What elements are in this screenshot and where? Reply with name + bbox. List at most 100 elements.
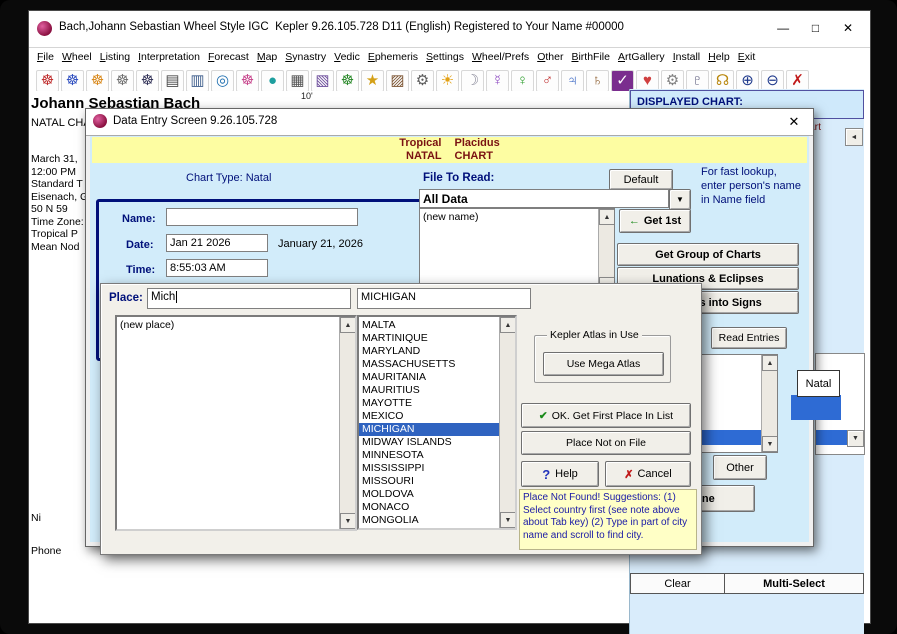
wheel-dark-icon[interactable]: ☸ [136,70,159,92]
name-field[interactable] [166,208,358,226]
country-item[interactable]: MONGOLIA [359,514,499,527]
date-field[interactable]: Jan 21 2026 [166,234,268,252]
saturn-icon[interactable]: ♄ [586,70,609,92]
menu-listing[interactable]: Listing [96,47,134,67]
country-item[interactable]: MARYLAND [359,345,499,358]
scroll-down-icon[interactable]: ▼ [500,512,516,528]
menu-install[interactable]: Install [669,47,704,67]
place-listbox[interactable]: (new place) ▲ ▼ [115,315,357,531]
wheel-gray-icon[interactable]: ☸ [111,70,134,92]
scroll-up-icon[interactable]: ▲ [762,355,778,371]
country-match-field[interactable]: MICHIGAN [357,288,531,309]
country-item[interactable]: MINNESOTA [359,449,499,462]
time-field[interactable]: 8:55:03 AM [166,259,268,277]
wheel-green-icon[interactable]: ☸ [336,70,359,92]
place-input[interactable]: Mich [147,288,351,309]
name-list-scrollbar[interactable]: ▲ ▼ [598,209,614,293]
use-mega-atlas-button[interactable]: Use Mega Atlas [543,352,664,376]
default-button[interactable]: Default [609,169,673,190]
get-group-button[interactable]: Get Group of Charts [617,243,799,266]
maximize-button[interactable]: □ [802,17,830,39]
venus-icon[interactable]: ♀ [511,70,534,92]
country-item[interactable]: MASSACHUSETTS [359,358,499,371]
menu-exit[interactable]: Exit [734,47,760,67]
menu-forecast[interactable]: Forecast [204,47,253,67]
moon-icon[interactable]: ☽ [461,70,484,92]
data-entry-titlebar[interactable]: Data Entry Screen 9.26.105.728 ✕ [86,109,813,136]
menu-artgallery[interactable]: ArtGallery [614,47,669,67]
minimize-button[interactable]: — [769,17,797,39]
country-item[interactable]: MEXICO [359,410,499,423]
country-item[interactable]: MICHIGAN [359,423,499,436]
menu-other[interactable]: Other [533,47,567,67]
mercury-icon[interactable]: ☿ [486,70,509,92]
read-entries-button[interactable]: Read Entries [711,327,787,349]
menu-interpretation[interactable]: Interpretation [134,47,204,67]
menu-map[interactable]: Map [253,47,281,67]
printer-icon[interactable]: ▤ [161,70,184,92]
menu-settings[interactable]: Settings [422,47,468,67]
scroll-up-icon[interactable]: ▲ [500,317,516,333]
menu-help[interactable]: Help [704,47,734,67]
map-icon[interactable]: ▨ [386,70,409,92]
scroll-down-button[interactable]: ▼ [847,430,864,447]
wheel-blue-icon[interactable]: ☸ [61,70,84,92]
country-item[interactable]: MAYOTTE [359,397,499,410]
ok-get-first-place-button[interactable]: ✔ OK. Get First Place In List [521,403,691,428]
menu-synastry[interactable]: Synastry [281,47,330,67]
country-item[interactable]: MIDWAY ISLANDS [359,436,499,449]
jupiter-icon[interactable]: ♃ [561,70,584,92]
scroll-down-icon[interactable]: ▼ [762,436,778,452]
country-item[interactable]: MALTA [359,319,499,332]
star-icon[interactable]: ★ [361,70,384,92]
entries-scrollbar[interactable]: ▲ ▼ [761,355,777,452]
help-button[interactable]: ? Help [521,461,599,487]
title-bar[interactable]: Bach,Johann Sebastian Wheel Style IGC Ke… [29,11,870,48]
wheel-red-icon[interactable]: ☸ [36,70,59,92]
document-icon[interactable]: ▥ [186,70,209,92]
wheel-orange-icon[interactable]: ☸ [86,70,109,92]
menu-file[interactable]: File [33,47,58,67]
wheel-pink-icon[interactable]: ☸ [236,70,259,92]
clear-button[interactable]: Clear [630,573,725,594]
scroll-down-icon[interactable]: ▼ [340,513,356,529]
country-item[interactable]: MISSISSIPPI [359,462,499,475]
place-not-on-file-button[interactable]: Place Not on File [521,431,691,455]
country-item[interactable]: MAURITIUS [359,384,499,397]
country-item[interactable]: MONACO [359,501,499,514]
sphere-teal-icon[interactable]: ● [261,70,284,92]
menu-wheel[interactable]: Wheel [58,47,96,67]
grid-icon[interactable]: ▦ [286,70,309,92]
country-scrollbar[interactable]: ▲ ▼ [499,317,515,528]
menu-wheel-prefs[interactable]: Wheel/Prefs [468,47,533,67]
scroll-up-icon[interactable]: ▲ [599,209,615,225]
menu-birthfile[interactable]: BirthFile [567,47,614,67]
sun-icon[interactable]: ☀ [436,70,459,92]
multi-select-button[interactable]: Multi-Select [724,573,864,594]
country-listbox[interactable]: MALTAMARTINIQUEMARYLANDMASSACHUSETTSMAUR… [357,315,517,530]
country-item[interactable]: MAURITANIA [359,371,499,384]
place-list-scrollbar[interactable]: ▲ ▼ [339,317,355,529]
menu-vedic[interactable]: Vedic [330,47,364,67]
other-button[interactable]: Other [713,455,767,480]
tab-natal[interactable]: Natal [797,370,840,397]
scroll-left-button[interactable]: ◄ [845,128,863,146]
scroll-up-icon[interactable]: ▲ [340,317,356,333]
file-select-value[interactable]: All Data [419,189,669,208]
cancel-button[interactable]: ✗ Cancel [605,461,691,487]
mars-icon[interactable]: ♂ [536,70,559,92]
name-listbox[interactable]: (new name) ▲ ▼ [419,208,615,294]
list-item[interactable]: (new name) [420,211,614,224]
close-button[interactable]: ✕ [834,17,862,39]
country-item[interactable]: MARTINIQUE [359,332,499,345]
get-first-button[interactable]: ← Get 1st [619,209,691,233]
file-dropdown-arrow[interactable]: ▼ [669,189,691,210]
country-item[interactable]: MISSOURI [359,475,499,488]
globe-icon[interactable]: ◎ [211,70,234,92]
menu-ephemeris[interactable]: Ephemeris [364,47,422,67]
country-item[interactable]: MOLDOVA [359,488,499,501]
list-item[interactable]: (new place) [117,319,355,332]
dialog-close-icon[interactable]: ✕ [785,113,803,131]
chart-page-icon[interactable]: ▧ [311,70,334,92]
gears-icon[interactable]: ⚙ [411,70,434,92]
